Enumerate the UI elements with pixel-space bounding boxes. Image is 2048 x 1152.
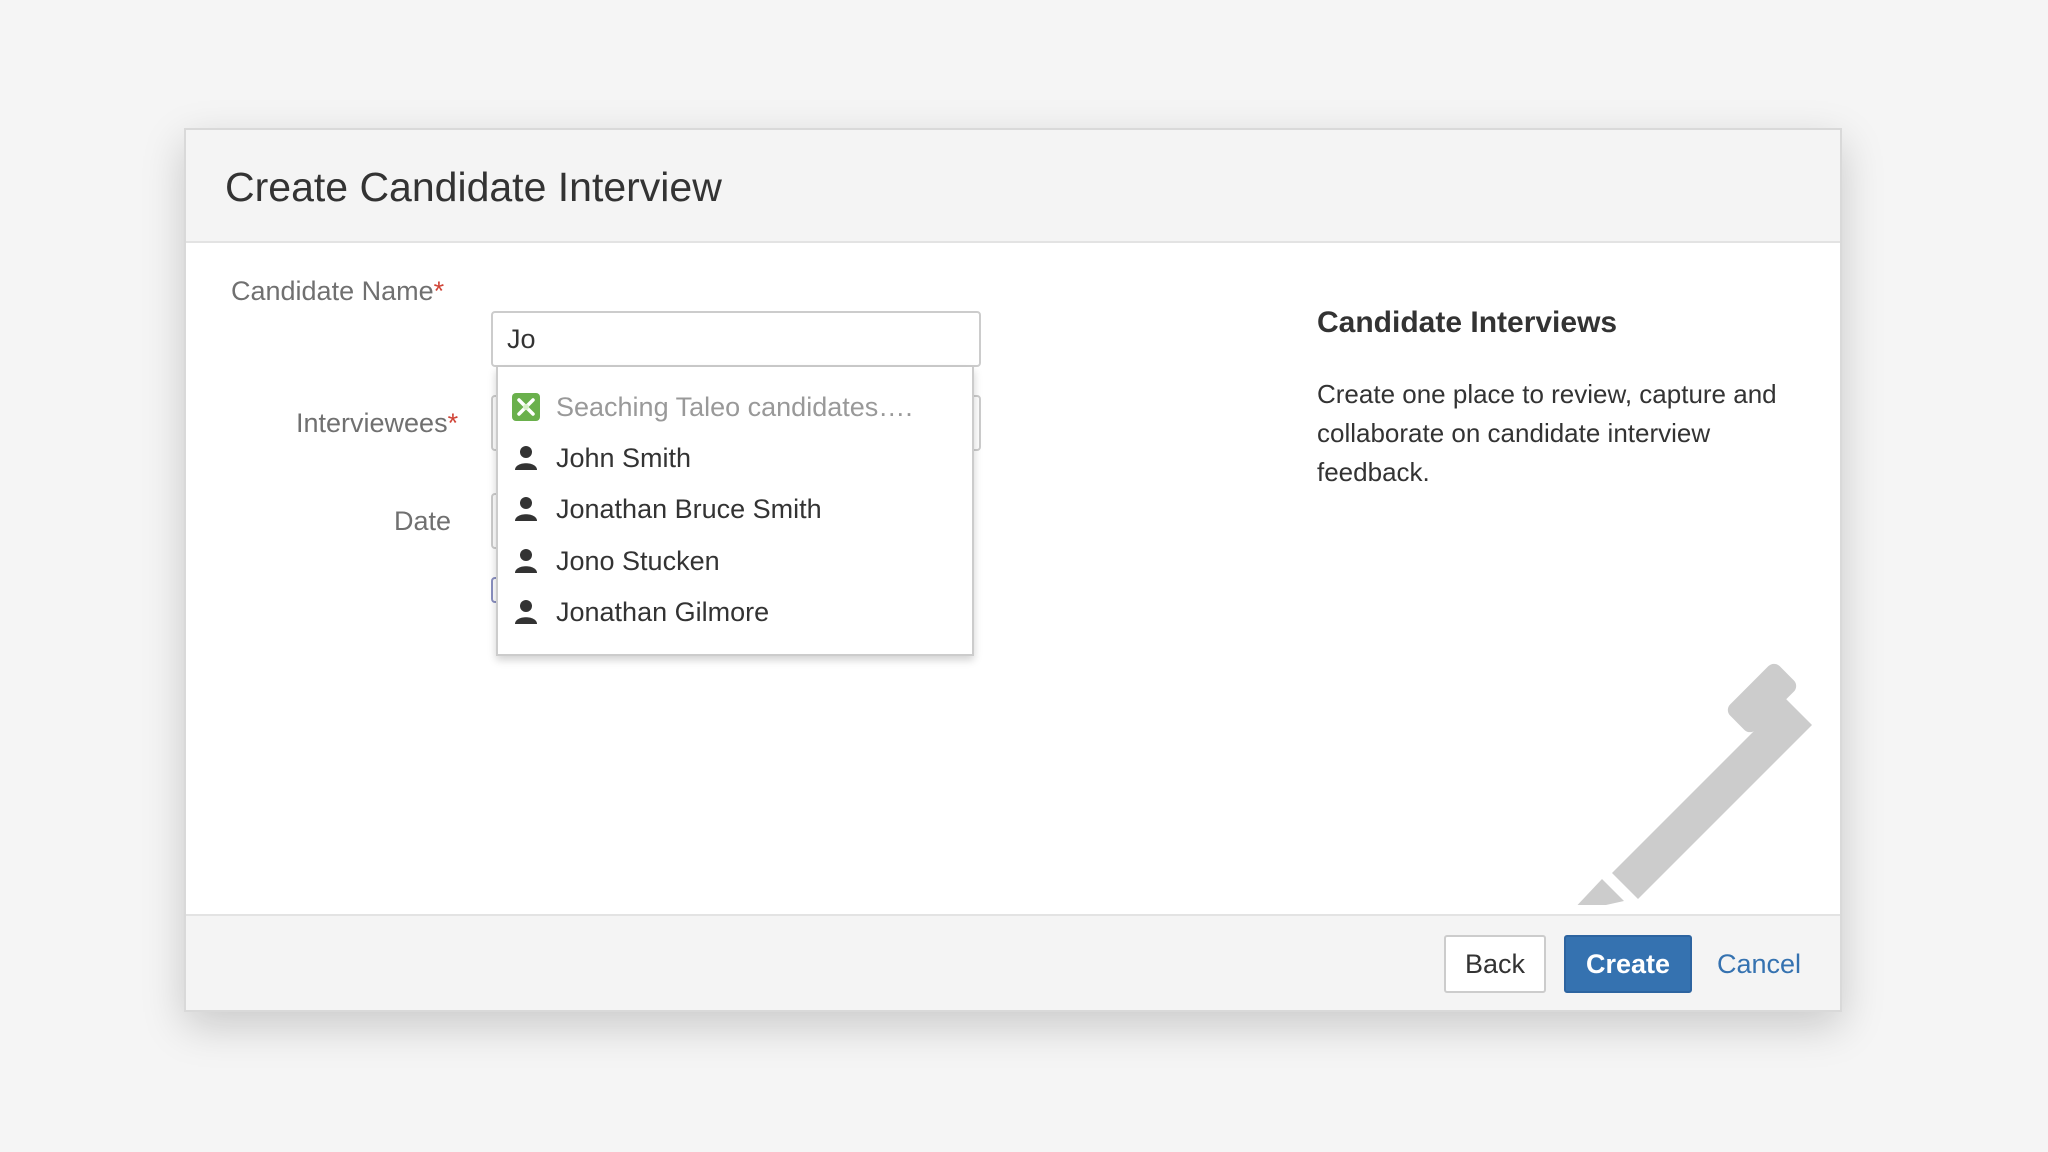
candidate-autocomplete-dropdown: Seaching Taleo candidates…. John Smith J… (496, 367, 974, 656)
user-icon (512, 547, 540, 575)
taleo-logo-icon (512, 393, 540, 421)
candidate-name-label-text: Candidate Name (231, 276, 434, 306)
interviewees-label-text: Interviewees (296, 408, 448, 438)
required-marker: * (447, 408, 459, 438)
candidate-name-input[interactable] (491, 311, 981, 367)
required-marker: * (433, 276, 445, 306)
autocomplete-option[interactable]: Jonathan Bruce Smith (512, 489, 962, 529)
pencil-icon (1577, 663, 1812, 905)
sidebar-description: Create one place to review, capture and … (1317, 379, 1777, 487)
create-interview-dialog: Create Candidate Interview Candidate Nam… (184, 128, 1842, 1012)
autocomplete-option[interactable]: John Smith (512, 438, 962, 478)
autocomplete-option[interactable]: Jono Stucken (512, 541, 962, 581)
user-icon (512, 598, 540, 626)
autocomplete-option[interactable]: Jonathan Gilmore (512, 592, 962, 632)
user-icon (512, 444, 540, 472)
cancel-button[interactable]: Cancel (1704, 935, 1814, 993)
back-button[interactable]: Back (1444, 935, 1546, 993)
autocomplete-option-label: Jonathan Bruce Smith (556, 493, 822, 524)
autocomplete-loading-text: Seaching Taleo candidates…. (556, 391, 913, 422)
autocomplete-option-label: John Smith (556, 442, 692, 473)
candidate-name-label: Candidate Name* (231, 276, 444, 307)
autocomplete-option-label: Jono Stucken (556, 545, 720, 576)
autocomplete-loading-row: Seaching Taleo candidates…. (512, 387, 962, 427)
dialog-footer: Back Create Cancel (186, 914, 1840, 1010)
date-label: Date (394, 506, 452, 536)
dialog-title: Create Candidate Interview (225, 164, 722, 210)
autocomplete-option-label: Jonathan Gilmore (556, 596, 770, 627)
create-button[interactable]: Create (1564, 935, 1692, 993)
interviewees-label: Interviewees* (296, 408, 458, 439)
user-icon (512, 495, 540, 523)
dialog-header: Create Candidate Interview (186, 130, 1840, 243)
sidebar-title: Candidate Interviews (1317, 306, 1618, 339)
